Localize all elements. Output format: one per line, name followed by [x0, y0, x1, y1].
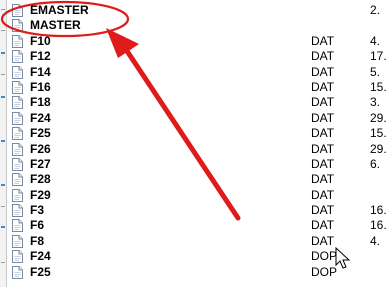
file-name: F26: [30, 141, 51, 156]
file-type: DAT: [311, 126, 335, 141]
document-icon: [12, 127, 23, 141]
file-name: F10: [30, 33, 51, 48]
document-icon: [12, 80, 23, 94]
file-name: F16: [30, 79, 51, 94]
file-size: 15.: [370, 79, 387, 94]
file-name: MASTER: [30, 18, 81, 33]
file-name: EMASTER: [30, 3, 89, 17]
document-icon: [12, 65, 23, 79]
file-type: DOP: [311, 249, 338, 264]
file-browser-window: EMASTER 2. MASTER F10 DAT 4. F12 DAT 17. F14 DAT 5.…: [0, 0, 392, 287]
file-row[interactable]: F18 DAT 3.: [9, 95, 392, 110]
file-row[interactable]: F26 DAT 29.: [9, 142, 392, 157]
file-name: F14: [30, 64, 51, 79]
file-name: F29: [30, 187, 51, 202]
file-row[interactable]: F25 DAT 15.: [9, 126, 392, 141]
file-type: DAT: [311, 233, 335, 248]
file-row[interactable]: F29 DAT: [9, 188, 392, 203]
document-icon: [12, 234, 23, 248]
document-icon: [12, 219, 23, 233]
document-icon: [12, 34, 23, 48]
file-type: DAT: [311, 33, 335, 48]
file-type: DAT: [311, 218, 335, 233]
file-row[interactable]: F16 DAT 15.: [9, 80, 392, 95]
file-row[interactable]: F10 DAT 4.: [9, 34, 392, 49]
document-icon: [12, 19, 23, 33]
file-type: DAT: [311, 95, 335, 110]
file-size: 15.: [370, 126, 387, 141]
file-name: F27: [30, 156, 51, 171]
document-icon: [12, 157, 23, 171]
file-name: F8: [30, 233, 45, 248]
file-size: 29.: [370, 141, 387, 156]
file-size: 5.: [370, 64, 381, 79]
file-size: 3.: [370, 95, 381, 110]
file-size: 2.: [370, 3, 381, 17]
file-size: 16.: [370, 203, 387, 218]
document-icon: [12, 173, 23, 187]
file-name: F25: [30, 264, 51, 279]
document-icon: [12, 188, 23, 202]
file-type: DAT: [311, 187, 335, 202]
file-name: F24: [30, 249, 51, 264]
file-list: EMASTER 2. MASTER F10 DAT 4. F12 DAT 17. F14 DAT 5.…: [9, 3, 392, 280]
file-name: F28: [30, 172, 51, 187]
file-type: DAT: [311, 172, 335, 187]
file-size: 29.: [370, 110, 387, 125]
file-row[interactable]: F14 DAT 5.: [9, 65, 392, 80]
file-size: 4.: [370, 33, 381, 48]
file-name: F18: [30, 95, 51, 110]
file-row[interactable]: F28 DAT: [9, 172, 392, 187]
file-type: DAT: [311, 203, 335, 218]
document-icon: [12, 265, 23, 279]
document-icon: [12, 204, 23, 218]
document-icon: [12, 250, 23, 264]
file-name: F12: [30, 49, 51, 64]
document-icon: [12, 50, 23, 64]
document-icon: [12, 96, 23, 110]
file-type: DAT: [311, 79, 335, 94]
file-name: F3: [30, 203, 45, 218]
file-row[interactable]: F6 DAT 16.: [9, 218, 392, 233]
file-type: DAT: [311, 110, 335, 125]
file-type: DAT: [311, 156, 335, 171]
file-row[interactable]: MASTER: [9, 18, 392, 33]
document-icon: [12, 4, 23, 17]
file-row[interactable]: F3 DAT 16.: [9, 203, 392, 218]
mouse-pointer-icon: [335, 247, 351, 269]
folder-tree-pane-edge: [0, 0, 7, 287]
file-name: F25: [30, 126, 51, 141]
file-type: DOP: [311, 264, 338, 279]
file-name: F6: [30, 218, 45, 233]
file-row[interactable]: EMASTER 2.: [9, 3, 392, 18]
file-name: F24: [30, 110, 51, 125]
file-row[interactable]: F12 DAT 17.: [9, 49, 392, 64]
file-size: 16.: [370, 218, 387, 233]
file-type: DAT: [311, 141, 335, 156]
file-type: DAT: [311, 64, 335, 79]
file-row[interactable]: F24 DAT 29.: [9, 111, 392, 126]
file-size: 4.: [370, 233, 381, 248]
file-size: 6.: [370, 156, 381, 171]
file-size: 17.: [370, 49, 387, 64]
document-icon: [12, 111, 23, 125]
file-type: DAT: [311, 49, 335, 64]
document-icon: [12, 142, 23, 156]
file-row[interactable]: F27 DAT 6.: [9, 157, 392, 172]
